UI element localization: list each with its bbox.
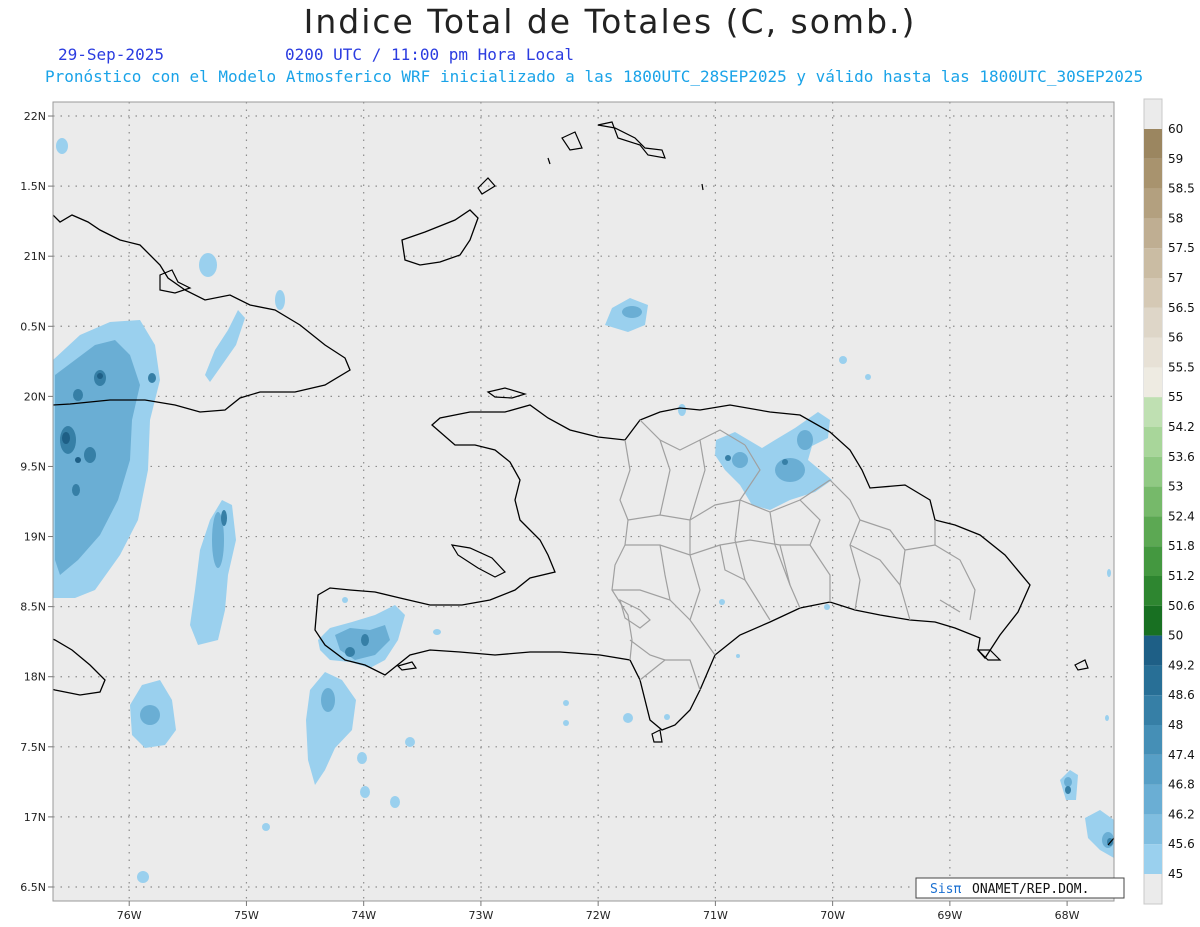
legend-label: 56: [1168, 331, 1183, 345]
legend-label: 50: [1168, 629, 1183, 643]
legend-swatch: [1144, 456, 1162, 487]
lon-tick-label: 72W: [586, 909, 611, 922]
legend-swatch: [1144, 248, 1162, 278]
legend-swatch: [1144, 784, 1162, 815]
legend-label: 53.6: [1168, 450, 1195, 464]
legend-label: 46.2: [1168, 807, 1195, 821]
lat-tick-label: 22N: [24, 110, 46, 123]
map-canvas: 76W 75W 74W 73W 72W 71W 70W 69W 68W 22N 1.5N 21N 0.5…: [20, 98, 1195, 922]
legend-label: 53: [1168, 480, 1183, 494]
legend-swatch: [1144, 397, 1162, 427]
lat-tick-label: 19N: [24, 531, 46, 544]
legend-label: 49.2: [1168, 658, 1195, 672]
legend-label: 55.5: [1168, 360, 1195, 374]
lat-tick-label: 17N: [24, 811, 46, 824]
legend-swatch: [1144, 695, 1162, 725]
color-legend: 60 59 58.5 58 57.5 57 56.5 56 55.5 55 54.2 53.6 53 52…: [1143, 98, 1195, 905]
legend-label: 50.6: [1168, 599, 1195, 613]
legend-label: 51.8: [1168, 539, 1195, 553]
legend-label: 60: [1168, 122, 1183, 136]
lat-tick-label: 1.5N: [20, 180, 46, 193]
lat-tick-label: 6.5N: [20, 881, 46, 894]
lon-tick-label: 68W: [1055, 909, 1080, 922]
lat-tick-label: 7.5N: [20, 741, 46, 754]
legend-swatch: [1144, 516, 1162, 547]
legend-swatch: [1144, 188, 1162, 219]
lon-tick-label: 69W: [937, 909, 962, 922]
legend-label: 48: [1168, 718, 1183, 732]
legend-swatch: [1144, 605, 1162, 636]
legend-swatch: [1144, 337, 1162, 368]
legend-label: 58.5: [1168, 182, 1195, 196]
legend-label: 46.8: [1168, 778, 1195, 792]
legend-label: 52.4: [1168, 509, 1195, 523]
legend-swatch: [1144, 814, 1162, 845]
legend-swatch: [1144, 546, 1162, 576]
legend-label: 58: [1168, 211, 1183, 225]
legend-swatch: [1144, 754, 1162, 785]
legend-swatch: [1144, 427, 1162, 457]
lon-tick-label: 71W: [703, 909, 728, 922]
legend-swatch: [1144, 129, 1162, 159]
lat-tick-label: 8.5N: [20, 601, 46, 614]
lat-tick-label: 0.5N: [20, 320, 46, 333]
legend-swatch: [1144, 844, 1162, 874]
lon-tick-label: 75W: [234, 909, 259, 922]
lat-tick-label: 18N: [24, 671, 46, 684]
lon-tick-label: 73W: [468, 909, 493, 922]
legend-label: 56.5: [1168, 301, 1195, 315]
map-background: [53, 102, 1114, 901]
legend-swatch: [1144, 307, 1162, 338]
lat-tick-label: 9.5N: [20, 460, 46, 473]
legend-swatch: [1144, 367, 1162, 398]
legend-label: 57: [1168, 271, 1183, 285]
legend-label: 59: [1168, 152, 1183, 166]
lat-tick-label: 21N: [24, 250, 46, 263]
legend-swatch: [1144, 665, 1162, 696]
lat-tick-label: 20N: [24, 390, 46, 403]
legend-label: 47.4: [1168, 748, 1195, 762]
legend-label: 45.6: [1168, 837, 1195, 851]
legend-swatch: [1144, 278, 1162, 308]
legend-swatch: [1144, 158, 1162, 189]
legend-label: 57.5: [1168, 241, 1195, 255]
legend-label: 55: [1168, 390, 1183, 404]
credit-text: ONAMET/REP.DOM.: [972, 882, 1089, 897]
lon-tick-label: 74W: [351, 909, 376, 922]
legend-swatch: [1144, 486, 1162, 517]
credit-logo: Sisπ: [930, 882, 961, 897]
legend-swatch: [1144, 725, 1162, 755]
legend-label: 51.2: [1168, 569, 1195, 583]
lon-tick-label: 70W: [820, 909, 845, 922]
legend-swatch: [1144, 635, 1162, 666]
credit-box: Sisπ ONAMET/REP.DOM.: [915, 877, 1125, 899]
legend-label: 54.2: [1168, 420, 1195, 434]
lon-tick-label: 76W: [117, 909, 142, 922]
legend-label: 45: [1168, 867, 1183, 881]
legend-swatch: [1144, 576, 1162, 606]
legend-label: 48.6: [1168, 688, 1195, 702]
legend-swatch: [1144, 218, 1162, 249]
